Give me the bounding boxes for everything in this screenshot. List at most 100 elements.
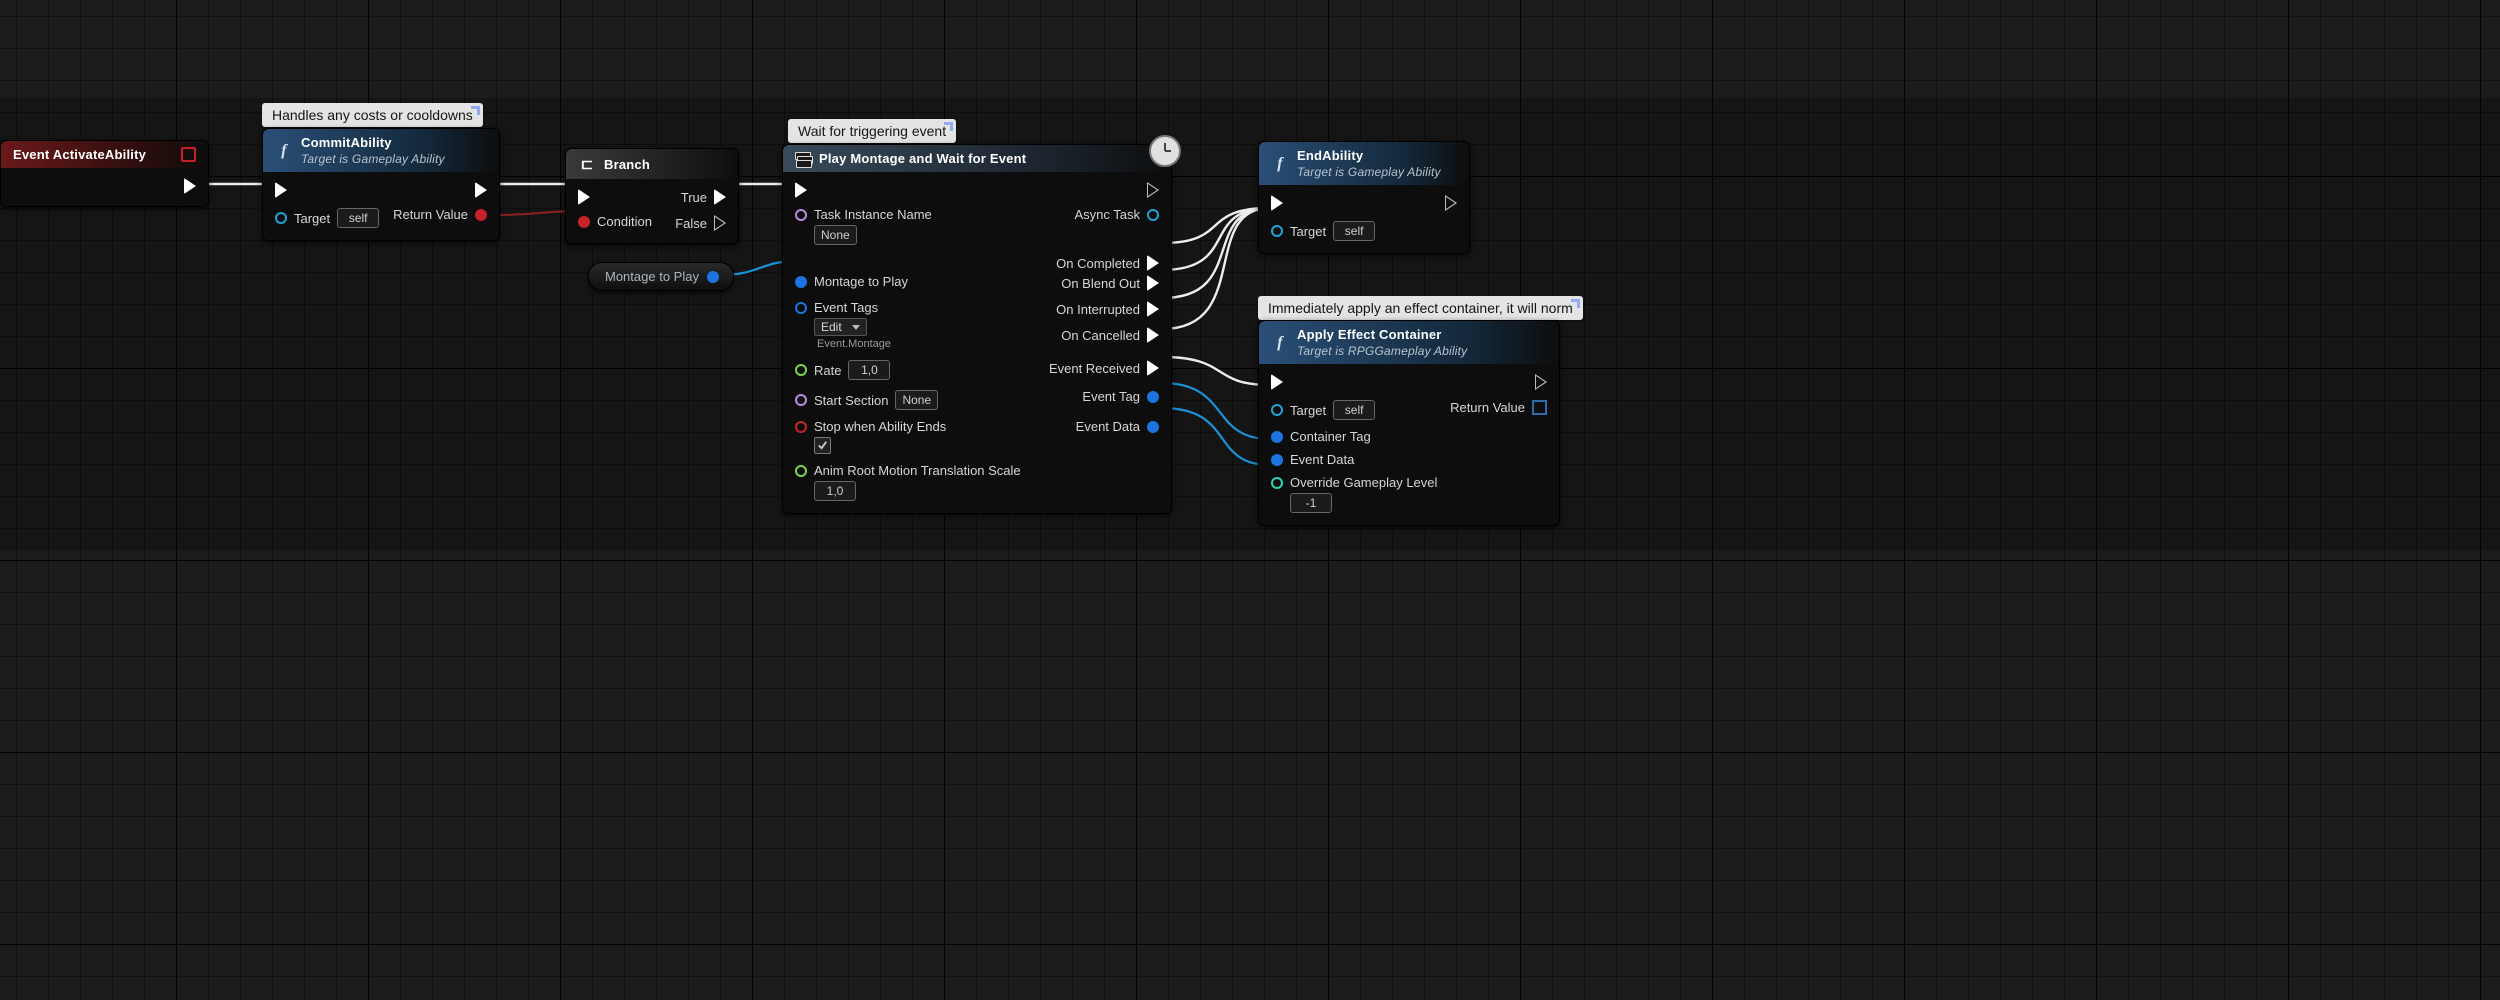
pin-default-value[interactable]: None: [895, 390, 938, 410]
pin-event-tags[interactable]: Event Tags: [795, 301, 891, 314]
pin-label: Condition: [597, 215, 652, 228]
node-header: ⊏ Branch: [566, 149, 738, 179]
exec-out-pin[interactable]: [184, 178, 196, 194]
pin-label: On Interrupted: [1056, 303, 1140, 316]
pin-on-completed[interactable]: On Completed: [1056, 255, 1159, 271]
pin-target[interactable]: Target self: [1271, 221, 1375, 241]
clock-icon: [1149, 135, 1181, 167]
pin-on-cancelled[interactable]: On Cancelled: [1056, 327, 1159, 343]
blueprint-canvas[interactable]: Handles any costs or cooldowns Wait for …: [0, 0, 2500, 1000]
pin-container-tag[interactable]: Container Tag: [1271, 430, 1371, 443]
node-end-ability[interactable]: f EndAbility Target is Gameplay Ability …: [1258, 141, 1470, 254]
pin-event-received[interactable]: Event Received: [1049, 360, 1159, 376]
branch-icon: ⊏: [578, 155, 596, 173]
pin-label: Event Received: [1049, 362, 1140, 375]
pin-label: True: [681, 191, 707, 204]
node-header: Play Montage and Wait for Event: [783, 145, 1171, 172]
pin-event-data[interactable]: Event Data: [1076, 420, 1159, 433]
reroute-montage-to-play[interactable]: Montage to Play: [588, 262, 734, 291]
pin-on-blend-out[interactable]: On Blend Out: [1061, 275, 1159, 291]
pin-label: Container Tag: [1290, 430, 1371, 443]
exec-in-pin[interactable]: [1271, 195, 1283, 211]
node-commit-ability[interactable]: f CommitAbility Target is Gameplay Abili…: [262, 128, 500, 241]
pin-default-value[interactable]: self: [1333, 400, 1375, 420]
node-subtitle: Target is Gameplay Ability: [1297, 165, 1441, 179]
node-apply-effect-container[interactable]: f Apply Effect Container Target is RPGGa…: [1258, 320, 1560, 526]
pin-target[interactable]: Target self: [275, 208, 379, 228]
pin-label: Task Instance Name: [814, 208, 932, 221]
pin-label: Anim Root Motion Translation Scale: [814, 464, 1021, 477]
exec-in-pin[interactable]: [795, 182, 807, 198]
node-title: Event ActivateAbility: [13, 147, 146, 162]
object-pin-icon: [707, 271, 719, 283]
pin-return-value[interactable]: Return Value: [1450, 400, 1547, 415]
pin-default-value[interactable]: -1: [1290, 493, 1332, 513]
function-icon: f: [275, 142, 293, 160]
function-icon: f: [1271, 334, 1289, 352]
checkbox-stop-ability-ends[interactable]: [814, 437, 831, 454]
node-header: Event ActivateAbility: [1, 141, 208, 168]
node-title: Apply Effect Container: [1297, 327, 1442, 342]
pin-label: On Cancelled: [1061, 329, 1140, 342]
node-title: EndAbility: [1297, 148, 1363, 163]
pin-montage-to-play[interactable]: Montage to Play: [795, 275, 908, 288]
comment-apply[interactable]: Immediately apply an effect container, i…: [1258, 296, 1583, 320]
pin-label: Target: [294, 212, 330, 225]
pin-async-task[interactable]: Async Task: [1074, 208, 1159, 221]
exec-out-pin[interactable]: [1535, 374, 1547, 390]
node-header: f EndAbility Target is Gameplay Ability: [1259, 142, 1469, 185]
pin-override-gameplay-level[interactable]: Override Gameplay Level: [1271, 476, 1437, 489]
pin-return-value[interactable]: Return Value: [393, 208, 487, 221]
exec-in-pin[interactable]: [275, 182, 287, 198]
pin-label: Event Tags: [814, 301, 878, 314]
node-event-activate-ability[interactable]: Event ActivateAbility: [0, 140, 209, 207]
node-title: CommitAbility: [301, 135, 392, 150]
exec-in-pin[interactable]: [1271, 374, 1283, 390]
node-branch[interactable]: ⊏ Branch True Condition False: [565, 148, 739, 244]
pin-default-value[interactable]: 1,0: [848, 360, 890, 380]
pin-label: Event Data: [1290, 453, 1354, 466]
pin-label: Stop when Ability Ends: [814, 420, 946, 433]
pin-label: Async Task: [1074, 208, 1140, 221]
node-header: f Apply Effect Container Target is RPGGa…: [1259, 321, 1559, 364]
pin-event-data-in[interactable]: Event Data: [1271, 453, 1354, 466]
delegate-pin-icon: [181, 147, 196, 162]
pin-default-value[interactable]: self: [337, 208, 379, 228]
pin-default-value[interactable]: self: [1333, 221, 1375, 241]
tags-subtext: Event.Montage: [817, 338, 891, 350]
comment-commit[interactable]: Handles any costs or cooldowns: [262, 103, 483, 127]
pin-label: On Completed: [1056, 257, 1140, 270]
node-title: Play Montage and Wait for Event: [819, 151, 1026, 166]
pin-target[interactable]: Target self: [1271, 400, 1375, 420]
comment-wait[interactable]: Wait for triggering event: [788, 119, 956, 143]
pin-event-tag[interactable]: Event Tag: [1082, 390, 1159, 403]
node-title: Branch: [604, 157, 650, 172]
pin-label: On Blend Out: [1061, 277, 1140, 290]
latent-icon: [795, 152, 811, 166]
pin-label: False: [675, 217, 707, 230]
pin-label: Target: [1290, 404, 1326, 417]
exec-out-pin[interactable]: [1445, 195, 1457, 211]
pin-default-value[interactable]: None: [814, 225, 857, 245]
pin-label: Event Tag: [1082, 390, 1140, 403]
tags-dropdown[interactable]: Edit: [814, 318, 867, 336]
pin-false[interactable]: False: [675, 215, 726, 231]
pin-condition[interactable]: Condition: [578, 215, 652, 228]
pin-label: Target: [1290, 225, 1326, 238]
pin-label: Return Value: [1450, 401, 1525, 414]
exec-in-pin[interactable]: [578, 189, 590, 205]
pin-stop-when-ability-ends[interactable]: Stop when Ability Ends: [795, 420, 946, 433]
pin-label: Montage to Play: [814, 275, 908, 288]
exec-out-pin[interactable]: [475, 182, 487, 198]
pin-anim-root-motion-scale[interactable]: Anim Root Motion Translation Scale: [795, 464, 1021, 477]
pin-start-section[interactable]: Start Section None: [795, 390, 938, 410]
pin-default-value[interactable]: 1,0: [814, 481, 856, 501]
node-subtitle: Target is Gameplay Ability: [301, 152, 445, 166]
pin-on-interrupted[interactable]: On Interrupted: [1056, 301, 1159, 317]
pin-rate[interactable]: Rate 1,0: [795, 360, 890, 380]
pin-label: Event Data: [1076, 420, 1140, 433]
pin-true[interactable]: True: [681, 189, 726, 205]
pin-task-instance-name[interactable]: Task Instance Name: [795, 208, 932, 221]
node-play-montage-wait-event[interactable]: Play Montage and Wait for Event Task Ins…: [782, 144, 1172, 514]
exec-out-pin[interactable]: [1147, 182, 1159, 198]
